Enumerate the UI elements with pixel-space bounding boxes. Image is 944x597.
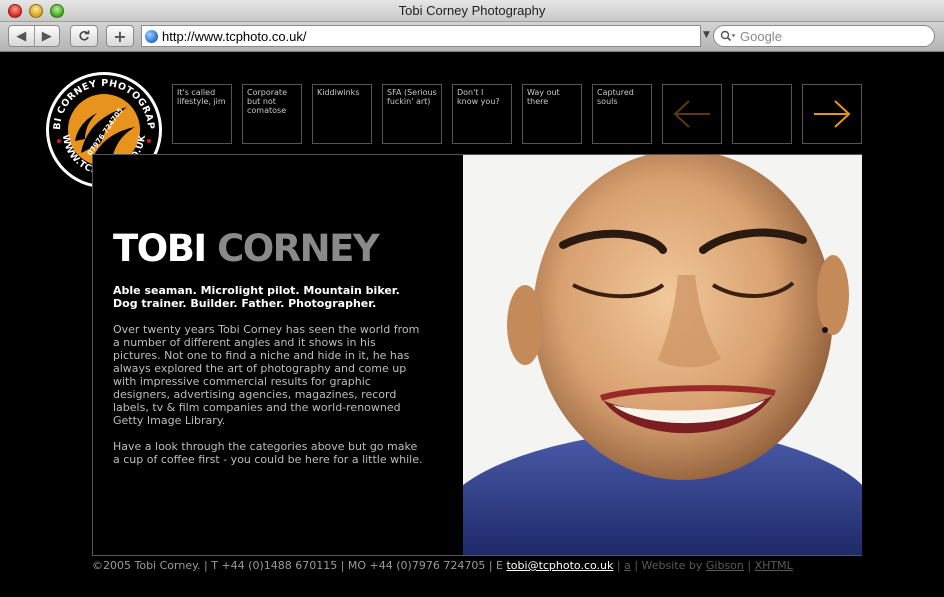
reload-button[interactable] xyxy=(70,25,98,47)
browser-toolbar: ◀ ▶ + http://www.tcphoto.co.uk/ ▼ Google xyxy=(0,22,944,52)
nav-item-corporate[interactable]: Corporate but not comatose xyxy=(242,84,302,144)
bio-text: Over twenty years Tobi Corney has seen t… xyxy=(113,323,423,466)
search-placeholder: Google xyxy=(740,28,782,44)
footer-separator: | xyxy=(613,559,625,572)
bio-paragraph: Have a look through the categories above… xyxy=(113,440,423,466)
footer-contact: ©2005 Tobi Corney. | T +44 (0)1488 67011… xyxy=(92,559,507,572)
page-content: TOBI CORNEY PHOTOGRAPHY WWW.TCPHOTO.CO.U… xyxy=(0,53,944,597)
add-bookmark-button[interactable]: + xyxy=(106,25,134,47)
portrait-photo xyxy=(463,155,862,555)
forward-arrow-icon[interactable]: ▶ xyxy=(34,29,59,44)
search-icon xyxy=(720,30,736,42)
name-last: CORNEY xyxy=(217,227,380,270)
chevron-down-icon[interactable]: ▼ xyxy=(703,30,710,40)
footer-separator: | xyxy=(743,559,755,572)
nav-item-lifestyle[interactable]: It's called lifestyle, jim xyxy=(172,84,232,144)
nav-item-captured-souls[interactable]: Captured souls xyxy=(592,84,652,144)
email-link[interactable]: tobi@tcphoto.co.uk xyxy=(506,559,613,572)
window-titlebar: Tobi Corney Photography xyxy=(0,0,944,22)
right-arrow-icon xyxy=(814,100,851,128)
main-panel: TOBI CORNEY Able seaman. Microlight pilo… xyxy=(92,154,862,556)
name-first: TOBI xyxy=(113,227,207,270)
footer-secondary: | a | Website by Gibson | XHTML xyxy=(613,559,793,572)
footer-credit-text: | Website by xyxy=(630,559,706,572)
prev-button[interactable] xyxy=(662,84,722,144)
nav-blank-box xyxy=(732,84,792,144)
address-bar[interactable]: http://www.tcphoto.co.uk/ xyxy=(141,25,701,47)
globe-icon xyxy=(145,29,158,43)
url-text[interactable]: http://www.tcphoto.co.uk/ xyxy=(162,29,307,44)
tagline: Able seaman. Microlight pilot. Mountain … xyxy=(113,284,400,310)
bio-paragraph: Over twenty years Tobi Corney has seen t… xyxy=(113,323,420,427)
a-link[interactable]: a xyxy=(624,559,631,572)
next-button[interactable] xyxy=(802,84,862,144)
plus-icon: + xyxy=(113,26,127,46)
page-title: TOBI CORNEY xyxy=(113,227,380,270)
left-arrow-icon xyxy=(673,100,710,128)
nav-item-kiddiwinks[interactable]: Kiddiwinks xyxy=(312,84,372,144)
xhtml-link[interactable]: XHTML xyxy=(755,559,793,572)
reload-icon xyxy=(79,30,90,41)
footer: ©2005 Tobi Corney. | T +44 (0)1488 67011… xyxy=(92,559,892,572)
back-arrow-icon[interactable]: ◀ xyxy=(9,29,34,44)
nav-item-dont-i-know-you[interactable]: Don't I know you? xyxy=(452,84,512,144)
nav-item-way-out-there[interactable]: Way out there xyxy=(522,84,582,144)
gibson-link[interactable]: Gibson xyxy=(706,559,744,572)
nav-item-sfa[interactable]: SFA (Serious fuckin' art) xyxy=(382,84,442,144)
back-forward-buttons: ◀ ▶ xyxy=(8,25,60,47)
window-title: Tobi Corney Photography xyxy=(398,3,546,18)
search-input[interactable]: Google xyxy=(713,25,935,47)
